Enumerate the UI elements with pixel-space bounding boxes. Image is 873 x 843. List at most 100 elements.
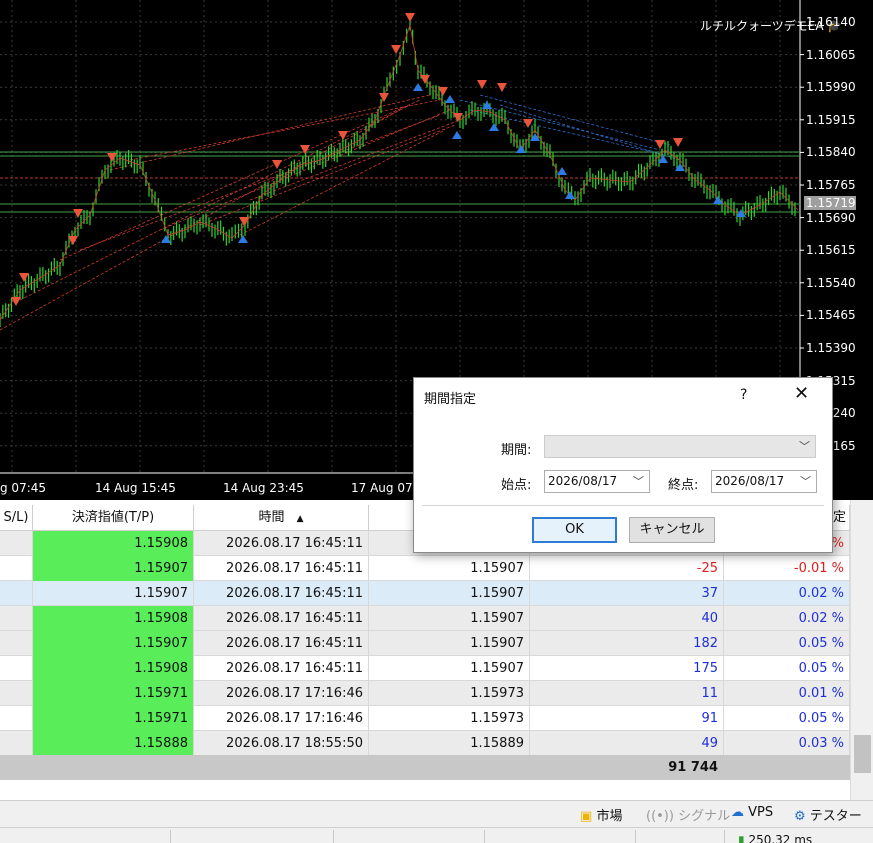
cell-tp: 1.15888 xyxy=(33,731,194,756)
price-tick-label: 1.15915 xyxy=(806,112,856,127)
price-tick-label: 1.15390 xyxy=(806,341,856,355)
end-label: 終点: xyxy=(668,478,699,493)
help-button[interactable]: ? xyxy=(740,387,747,403)
cell-profit: 182 xyxy=(530,631,724,656)
buy-arrow-icon xyxy=(489,123,499,131)
table-row[interactable]: 1.15971 2026.08.17 17:16:46 1.15973 11 0.01 … xyxy=(0,681,850,706)
status-bar: ▣ 市場 ((•)) シグナル ☁ VPS ⚙ テスター xyxy=(0,800,873,827)
cell-time: 2026.08.17 16:45:11 xyxy=(194,631,369,656)
cell-sl xyxy=(0,706,33,731)
vertical-scrollbar[interactable] xyxy=(850,500,873,800)
cell-tp: 1.15908 xyxy=(33,531,194,556)
cell-profit: 40 xyxy=(530,606,724,631)
cell-pct: 0.02 % xyxy=(724,606,850,631)
cell-price: 1.15907 xyxy=(369,556,530,581)
cloud-icon: ☁ xyxy=(731,805,744,820)
period-select[interactable]: ﹀ xyxy=(544,435,816,458)
cell-pct: 0.05 % xyxy=(724,706,850,731)
scrollbar-thumb[interactable] xyxy=(854,735,871,773)
chevron-down-icon: ﹀ xyxy=(800,475,811,488)
ping-status[interactable]: ▮ 250.32 ms xyxy=(738,833,812,843)
buy-arrow-icon xyxy=(557,167,567,175)
signal-tab[interactable]: ((•)) シグナル xyxy=(646,805,730,824)
header-time[interactable]: 時間 ▲ xyxy=(194,505,369,531)
cell-pct: 0.01 % xyxy=(724,681,850,706)
cell-pct: 0.02 % xyxy=(724,581,850,606)
ok-button[interactable]: OK xyxy=(532,517,617,543)
cell-sl xyxy=(0,631,33,656)
current-price-label: 1.15719 xyxy=(804,196,856,210)
connection-bar: ▮ 250.32 ms xyxy=(0,827,873,843)
price-tick-label: 1.15615 xyxy=(806,243,856,258)
table-row[interactable]: 1.15907 2026.08.17 16:45:11 1.15907 182 0.05… xyxy=(0,631,850,656)
buy-arrow-icon xyxy=(161,235,171,243)
cell-pct: 0.05 % xyxy=(724,656,850,681)
cell-profit: 175 xyxy=(530,656,724,681)
header-time-label: 時間 xyxy=(258,510,285,525)
vps-label: VPS xyxy=(748,805,774,820)
price-tick-label: 1.15840 xyxy=(806,145,856,160)
cell-price: 1.15907 xyxy=(369,581,530,606)
cell-profit: 49 xyxy=(530,731,724,756)
cell-time: 2026.08.17 16:45:11 xyxy=(194,581,369,606)
trade-line xyxy=(79,114,441,251)
buy-arrow-icon xyxy=(238,235,248,243)
cell-sl xyxy=(0,556,33,581)
time-tick-label: 14 Aug 23:45 xyxy=(223,481,304,495)
ping-value: 250.32 ms xyxy=(748,833,813,843)
cell-price: 1.15973 xyxy=(369,681,530,706)
separator xyxy=(724,830,725,843)
cancel-button[interactable]: キャンセル xyxy=(629,517,715,543)
header-tp[interactable]: 決済指値(T/P) xyxy=(33,505,194,531)
cell-price: 1.15907 xyxy=(369,656,530,681)
price-tick-label: 1.15990 xyxy=(806,80,856,95)
price-tick-label: 1.15540 xyxy=(806,275,856,290)
time-tick-label: g 07:45 xyxy=(0,481,47,495)
header-sl[interactable]: S/L) xyxy=(0,505,33,531)
cell-time: 2026.08.17 16:45:11 xyxy=(194,656,369,681)
table-row[interactable]: 1.15971 2026.08.17 17:16:46 1.15973 91 0.05 … xyxy=(0,706,850,731)
cell-pct: -0.01 % xyxy=(724,556,850,581)
cell-sl xyxy=(0,681,33,706)
cell-time: 2026.08.17 17:16:46 xyxy=(194,706,369,731)
table-row[interactable]: 1.15908 2026.08.17 16:45:11 1.15907 40 0.02 … xyxy=(0,606,850,631)
sell-arrow-icon xyxy=(272,160,282,169)
tester-tab[interactable]: ⚙ テスター xyxy=(794,805,862,824)
cell-profit: 11 xyxy=(530,681,724,706)
end-date-picker[interactable]: 2026/08/17 ﹀ xyxy=(711,470,817,493)
signal-label: シグナル xyxy=(678,809,731,824)
signal-bars-icon: ▮ xyxy=(738,833,745,843)
table-row[interactable]: 1.15907 2026.08.17 16:45:11 1.15907 -25 -0.0… xyxy=(0,556,850,581)
separator xyxy=(484,830,485,843)
cell-tp: 1.15907 xyxy=(33,581,194,606)
price-tick-label: 1.15465 xyxy=(806,308,856,323)
table-row[interactable]: 1.15907 2026.08.17 16:45:11 1.15907 37 0.02 … xyxy=(0,581,850,606)
vps-tab[interactable]: ☁ VPS xyxy=(731,805,773,820)
chevron-down-icon: ﹀ xyxy=(799,440,810,453)
sort-asc-icon: ▲ xyxy=(296,514,304,524)
table-row[interactable]: 1.15908 2026.08.17 16:45:11 1.15907 175 0.05… xyxy=(0,656,850,681)
sell-arrow-icon xyxy=(405,13,415,22)
close-button[interactable]: ✕ xyxy=(794,385,809,403)
chip-icon: ⚙ xyxy=(794,809,806,824)
market-tab[interactable]: ▣ 市場 xyxy=(580,805,622,824)
trade-line xyxy=(19,104,411,301)
cell-tp: 1.15971 xyxy=(33,706,194,731)
cell-sl xyxy=(0,531,33,556)
period-dialog: 期間指定 ? ✕ 期間: ﹀ 始点: 2026/08/17 ﹀ 終点: 2026… xyxy=(413,377,833,553)
sell-arrow-icon xyxy=(19,273,29,282)
trade-line xyxy=(59,99,421,261)
price-tick-label: 1.16065 xyxy=(806,47,856,62)
price-tick-label: 1.16140 xyxy=(806,15,856,29)
trade-line xyxy=(129,99,441,161)
table-row[interactable]: 1.15888 2026.08.17 18:55:50 1.15889 49 0.03 … xyxy=(0,731,850,756)
start-date-picker[interactable]: 2026/08/17 ﹀ xyxy=(544,470,650,493)
cell-price: 1.15889 xyxy=(369,731,530,756)
cell-tp: 1.15971 xyxy=(33,681,194,706)
bag-icon: ▣ xyxy=(580,809,593,824)
cell-profit: 37 xyxy=(530,581,724,606)
divider xyxy=(422,505,824,506)
total-row: 91 744 xyxy=(0,755,850,780)
tester-label: テスター xyxy=(809,809,862,824)
buy-arrow-icon xyxy=(445,95,455,103)
